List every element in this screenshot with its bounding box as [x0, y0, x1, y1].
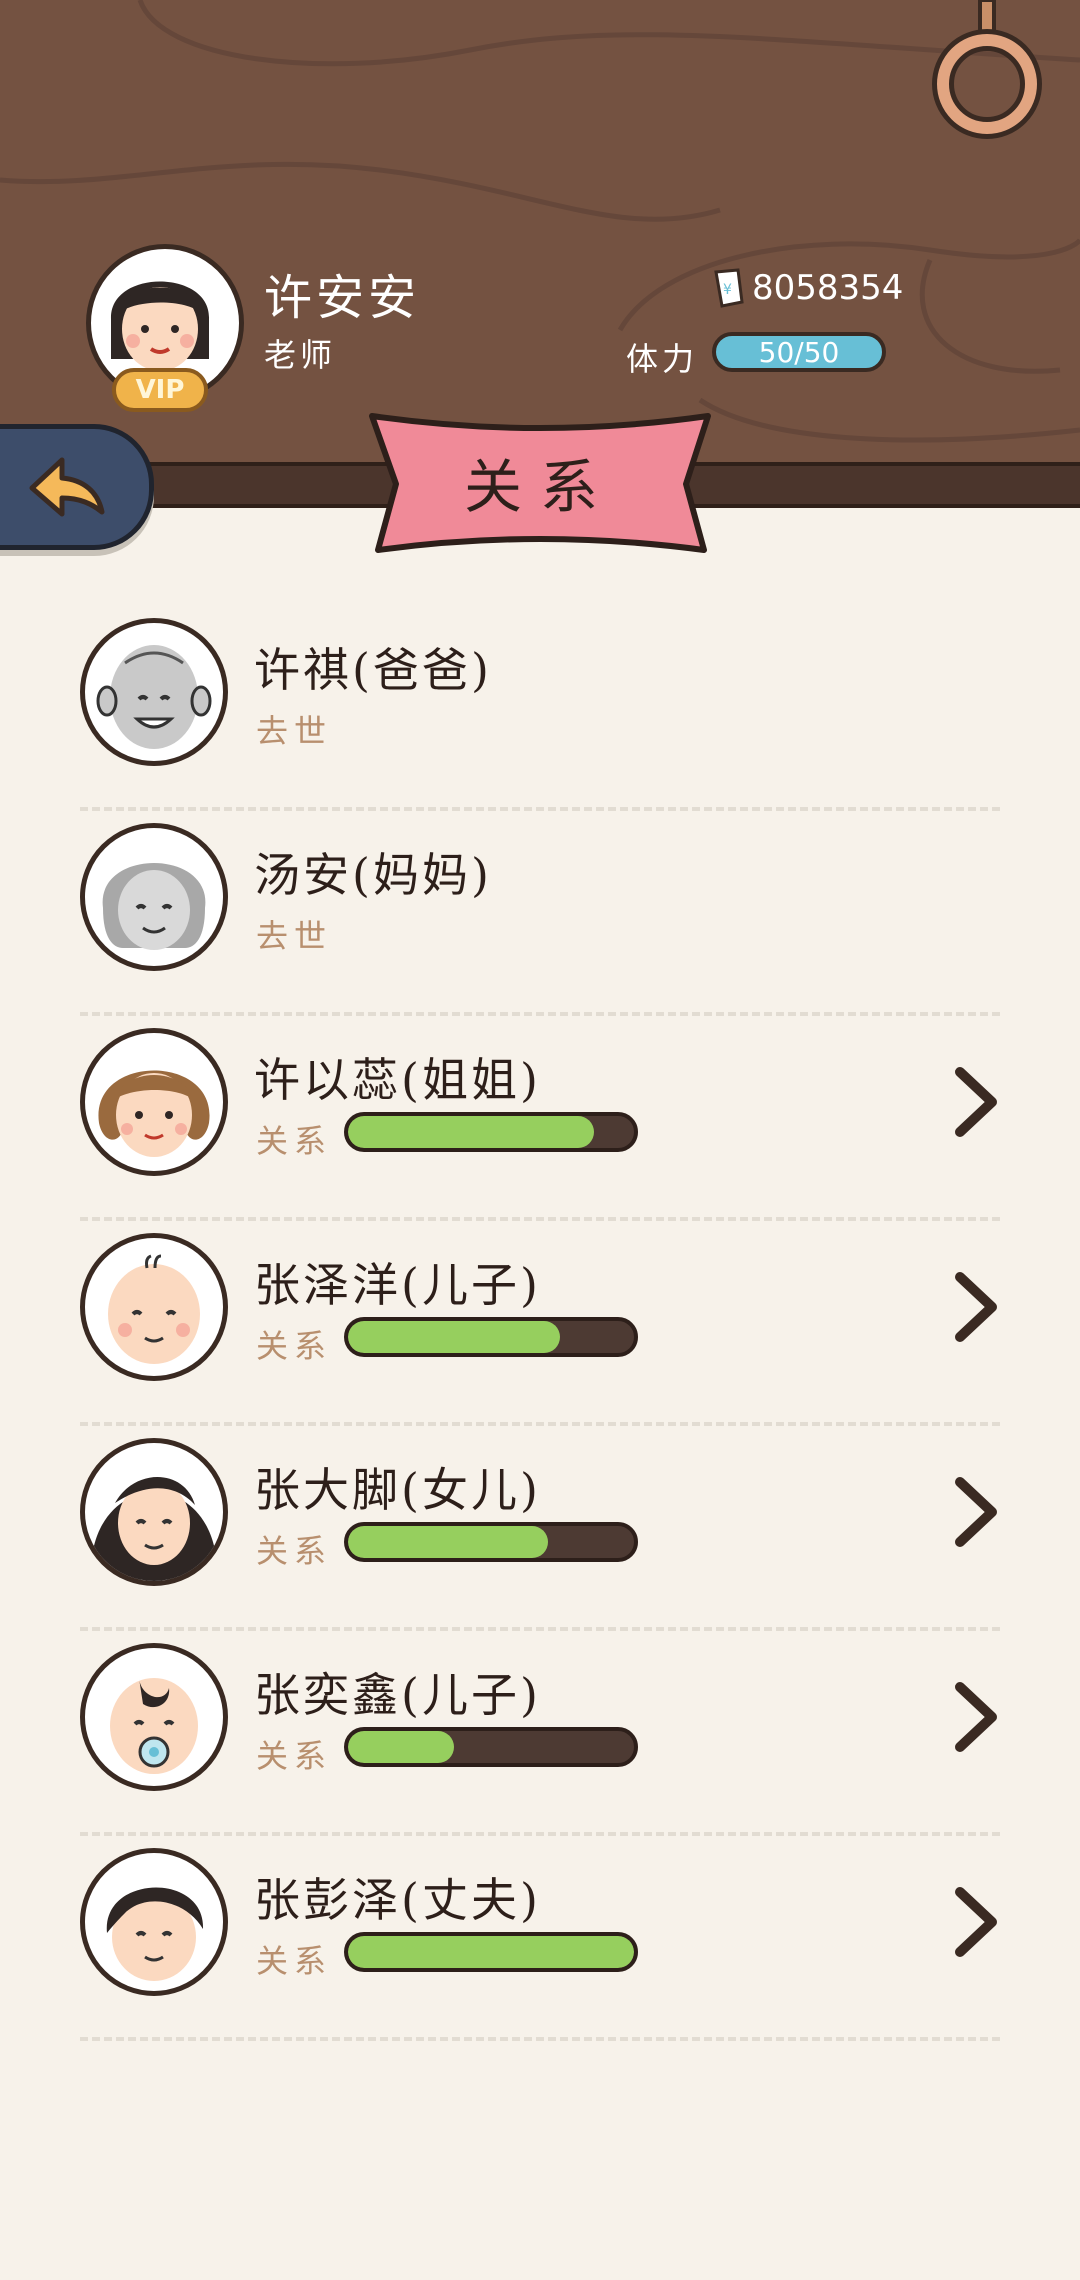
relationship-row: 汤安(妈妈) 去世: [80, 811, 1000, 1016]
relationship-bar: [344, 1522, 638, 1562]
relationship-row[interactable]: 张奕鑫(儿子) 关系: [80, 1631, 1000, 1836]
settings-ring-icon[interactable]: [932, 0, 1042, 140]
chevron-right-icon[interactable]: [946, 1474, 1006, 1550]
relationship-row[interactable]: 许以蕊(姐姐) 关系: [80, 1016, 1000, 1221]
stamina-value: 50/50: [758, 335, 840, 369]
baby-boy-avatar: [80, 1233, 228, 1381]
relationship-name: 张大脚(女儿): [254, 1463, 541, 1517]
vip-badge: VIP: [112, 368, 208, 412]
relationship-bar-fill: [348, 1731, 454, 1763]
relationship-name: 张彭泽(丈夫): [254, 1873, 541, 1927]
page-title: 关系: [463, 453, 616, 521]
man-avatar: [80, 1848, 228, 1996]
player-occupation: 老师: [264, 336, 337, 374]
back-button[interactable]: [0, 424, 154, 550]
relationship-label: 关系: [256, 1737, 333, 1775]
relationship-row: 许祺(爸爸) 去世: [80, 606, 1000, 811]
back-arrow-icon: [29, 457, 105, 517]
relationship-bar: [344, 1317, 638, 1357]
relationship-bar-fill: [348, 1116, 594, 1148]
stamina-bar: 50/50: [712, 332, 886, 372]
relationship-name: 许以蕊(姐姐): [254, 1053, 541, 1107]
girl-avatar: [80, 1438, 228, 1586]
relationship-name: 张泽洋(儿子): [254, 1258, 541, 1312]
relationship-name: 许祺(爸爸): [254, 643, 492, 697]
relationship-bar-fill: [348, 1936, 634, 1968]
relationship-bar: [344, 1727, 638, 1767]
relationship-row[interactable]: 张彭泽(丈夫) 关系: [80, 1836, 1000, 2041]
player-name: 许安安: [264, 270, 421, 326]
woman-avatar: [80, 1028, 228, 1176]
deceased-label: 去世: [256, 712, 333, 750]
relationship-label: 关系: [256, 1942, 333, 1980]
elderly-woman-avatar: [80, 823, 228, 971]
chevron-right-icon[interactable]: [946, 1064, 1006, 1140]
relationship-name: 汤安(妈妈): [254, 848, 492, 902]
money-amount: 8058354: [752, 268, 904, 308]
relationship-list: 许祺(爸爸) 去世 汤安(妈妈) 去世 许以蕊(姐姐) 关系 张泽洋(儿子) 关系 张大脚(女儿…: [80, 606, 1000, 2041]
chevron-right-icon[interactable]: [946, 1269, 1006, 1345]
deceased-label: 去世: [256, 917, 333, 955]
relationship-bar: [344, 1932, 638, 1972]
relationship-bar-fill: [348, 1321, 560, 1353]
relationship-row[interactable]: 张大脚(女儿) 关系: [80, 1426, 1000, 1631]
svg-text:¥: ¥: [723, 282, 732, 298]
stamina-label: 体力: [626, 340, 699, 378]
relationship-label: 关系: [256, 1532, 333, 1570]
chevron-right-icon[interactable]: [946, 1679, 1006, 1755]
relationship-name: 张奕鑫(儿子): [254, 1668, 541, 1722]
money-bill-icon: ¥: [714, 268, 744, 308]
relationship-label: 关系: [256, 1327, 333, 1365]
relationship-row[interactable]: 张泽洋(儿子) 关系: [80, 1221, 1000, 1426]
header: VIP 许安安 老师 ¥ 8058354 体力 50/50: [0, 0, 1080, 466]
relationship-label: 关系: [256, 1122, 333, 1160]
relationship-bar: [344, 1112, 638, 1152]
elderly-man-avatar: [80, 618, 228, 766]
relationship-bar-fill: [348, 1526, 549, 1558]
chevron-right-icon[interactable]: [946, 1884, 1006, 1960]
baby-pacifier-avatar: [80, 1643, 228, 1791]
